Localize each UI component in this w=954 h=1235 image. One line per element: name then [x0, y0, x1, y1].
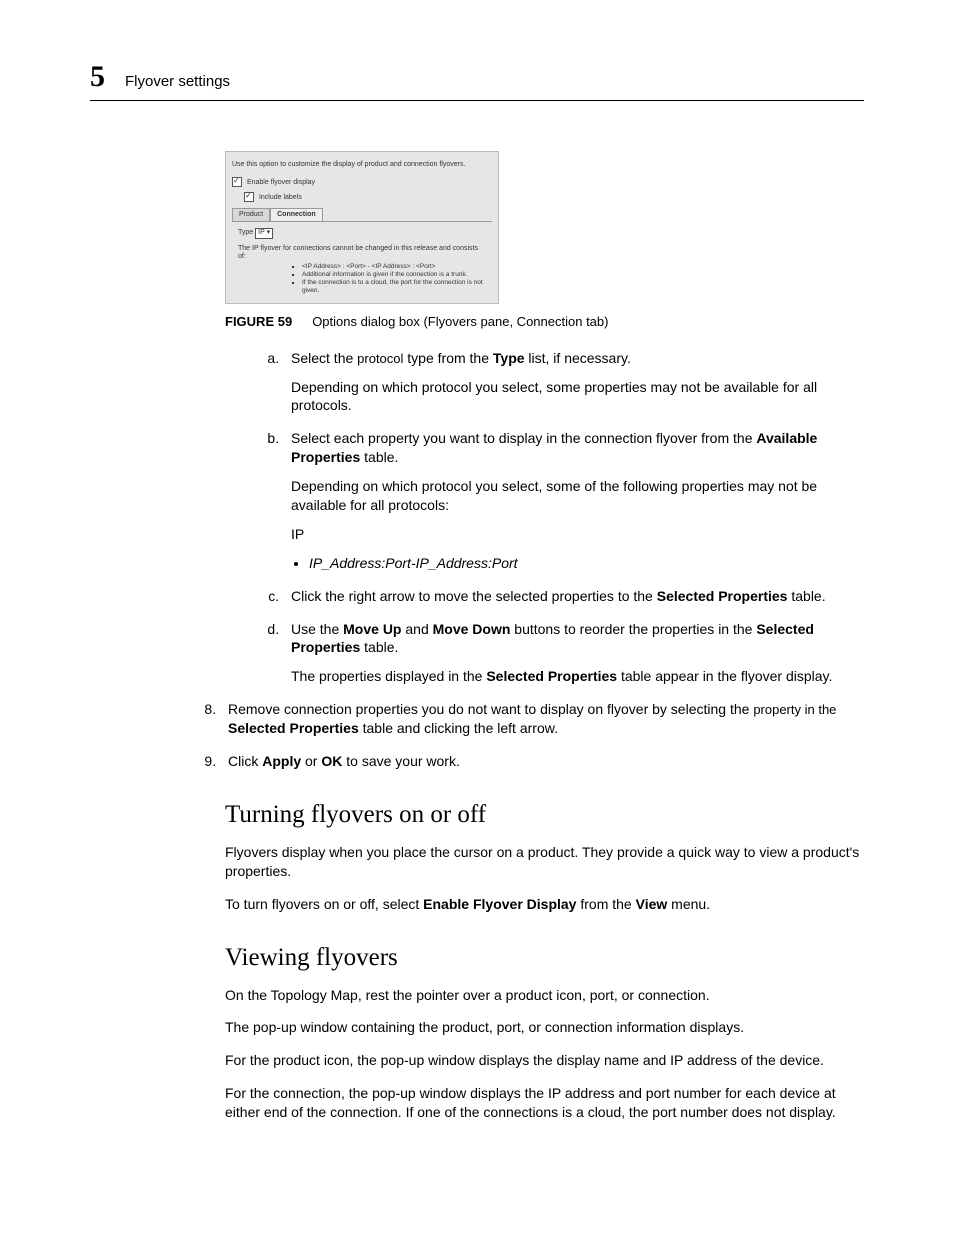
include-labels-checkbox[interactable] [244, 192, 254, 202]
step-a-mid: type from the [403, 350, 492, 366]
step-9-b1: Apply [262, 753, 301, 769]
chapter-number: 5 [90, 60, 105, 94]
step-d-b1: Move Up [343, 621, 401, 637]
step-d-mid2: buttons to reorder the properties in the [510, 621, 756, 637]
step-d-note-bold: Selected Properties [486, 668, 617, 684]
turning-p1: Flyovers display when you place the curs… [225, 843, 864, 881]
heading-viewing-flyovers: Viewing flyovers [225, 944, 864, 972]
figure-caption-text: Options dialog box (Flyovers pane, Conne… [312, 314, 608, 329]
shot-bullets: <IP Address> : <Port> - <IP Address> : <… [262, 263, 492, 294]
step-8-mono: property in the [753, 702, 836, 717]
tab-connection[interactable]: Connection [270, 208, 323, 221]
enable-flyover-label: Enable flyover display [247, 179, 315, 186]
step-d-suf: table. [360, 639, 398, 655]
page-header: 5 Flyover settings [90, 60, 864, 101]
step-b: Select each property you want to display… [283, 429, 864, 572]
step-d-note-suf: table appear in the flyover display. [617, 668, 832, 684]
tab-product[interactable]: Product [232, 208, 270, 221]
step-9-suf: to save your work. [342, 753, 460, 769]
step-d-note-pre: The properties displayed in the [291, 668, 486, 684]
step-9-mid: or [301, 753, 321, 769]
step-8-bold: Selected Properties [228, 720, 359, 736]
alpha-steps: Select the protocol type from the Type l… [225, 349, 864, 687]
step-b-note: Depending on which protocol you select, … [291, 477, 864, 515]
step-b-pre: Select each property you want to display… [291, 430, 756, 446]
step-8-suf: table and clicking the left arrow. [359, 720, 558, 736]
turning-p2-pre: To turn flyovers on or off, select [225, 896, 423, 912]
step-9: Click Apply or OK to save your work. [220, 752, 864, 771]
step-a-pre: Select the [291, 350, 357, 366]
step-a-bold: Type [493, 350, 525, 366]
viewing-p3: For the product icon, the pop-up window … [225, 1051, 864, 1070]
shot-bullet-3: If the connection is to a cloud, the por… [302, 279, 492, 295]
step-a-suf: list, if necessary. [525, 350, 631, 366]
tab-bar: ProductConnection [232, 208, 492, 222]
figure-label: FIGURE 59 [225, 314, 292, 329]
type-dropdown[interactable]: IP ▾ [255, 228, 273, 238]
step-c-pre: Click the right arrow to move the select… [291, 588, 657, 604]
step-c: Click the right arrow to move the select… [283, 587, 864, 606]
step-b-ip: IP [291, 525, 864, 544]
step-d-b2: Move Down [433, 621, 511, 637]
step-8-pre: Remove connection properties you do not … [228, 701, 753, 717]
viewing-p4: For the connection, the pop-up window di… [225, 1084, 864, 1122]
step-a-note: Depending on which protocol you select, … [291, 378, 864, 416]
figure-area: Use this option to customize the display… [225, 151, 864, 686]
step-a-mono: protocol [357, 351, 403, 366]
step-b-suf: table. [360, 449, 398, 465]
step-b-bullets: IP_Address:Port-IP_Address:Port [309, 554, 864, 573]
step-9-pre: Click [228, 753, 262, 769]
options-dialog-screenshot: Use this option to customize the display… [225, 151, 499, 304]
step-d: Use the Move Up and Move Down buttons to… [283, 620, 864, 687]
step-d-pre: Use the [291, 621, 343, 637]
heading-turning-flyovers: Turning flyovers on or off [225, 801, 864, 829]
include-labels-label: Include labels [259, 193, 302, 200]
step-d-note: The properties displayed in the Selected… [291, 667, 864, 686]
chapter-title: Flyover settings [125, 73, 230, 90]
viewing-p1: On the Topology Map, rest the pointer ov… [225, 986, 864, 1005]
step-b-bullet-1: IP_Address:Port-IP_Address:Port [309, 554, 864, 573]
step-a: Select the protocol type from the Type l… [283, 349, 864, 416]
figure-caption: FIGURE 59 Options dialog box (Flyovers pa… [225, 314, 864, 329]
step-9-b2: OK [321, 753, 342, 769]
step-c-suf: table. [787, 588, 825, 604]
turning-p2-suf: menu. [667, 896, 710, 912]
step-c-bold: Selected Properties [657, 588, 788, 604]
page: 5 Flyover settings Use this option to cu… [0, 0, 954, 1235]
turning-p2-b2: View [636, 896, 668, 912]
section-turning: Turning flyovers on or off Flyovers disp… [225, 801, 864, 1122]
shot-bullet-2: Additional information is given if the c… [302, 271, 492, 279]
step-8: Remove connection properties you do not … [220, 700, 864, 738]
numbered-steps: Remove connection properties you do not … [190, 700, 864, 771]
turning-p2: To turn flyovers on or off, select Enabl… [225, 895, 864, 914]
viewing-p2: The pop-up window containing the product… [225, 1018, 864, 1037]
shot-bullet-1: <IP Address> : <Port> - <IP Address> : <… [302, 263, 492, 271]
shot-intro: Use this option to customize the display… [232, 161, 492, 169]
type-label: Type [238, 229, 253, 236]
step-d-mid1: and [401, 621, 432, 637]
enable-flyover-checkbox[interactable] [232, 177, 242, 187]
turning-p2-mid: from the [576, 896, 635, 912]
turning-p2-b1: Enable Flyover Display [423, 896, 576, 912]
shot-note: The IP flyover for connections cannot be… [238, 245, 486, 262]
numbered-steps-wrap: Remove connection properties you do not … [190, 700, 864, 771]
